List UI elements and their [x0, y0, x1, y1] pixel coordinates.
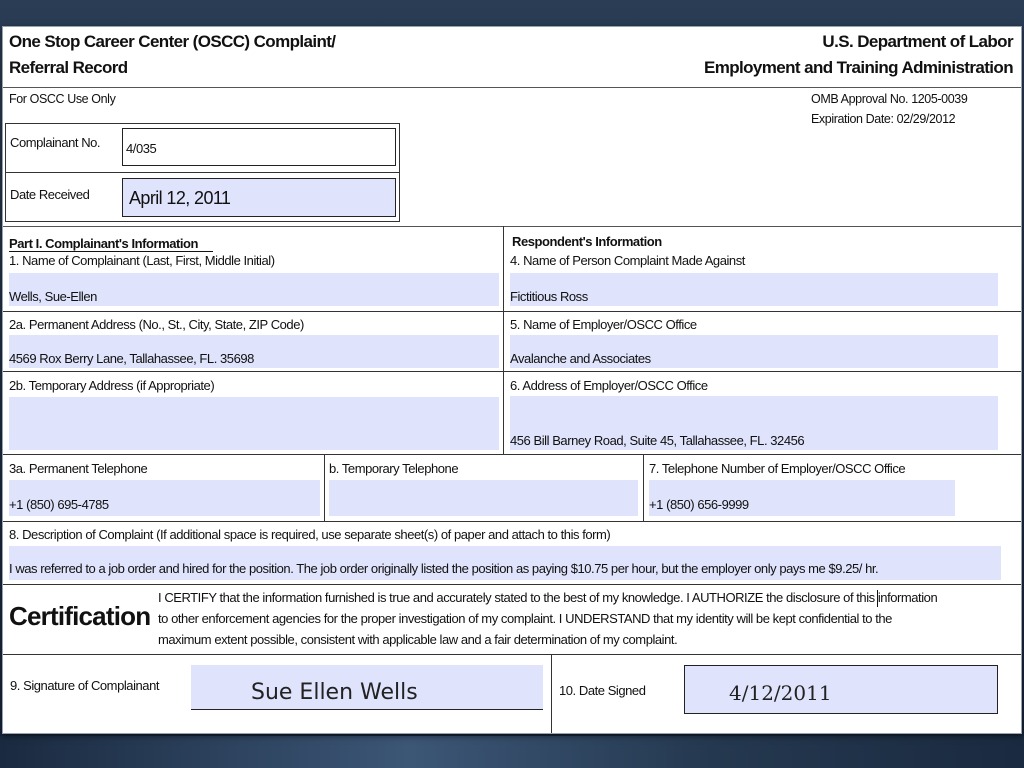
- employer-address-field[interactable]: 456 Bill Barney Road, Suite 45, Tallahas…: [510, 396, 998, 450]
- certification-line-1: I CERTIFY that the information furnished…: [158, 590, 938, 605]
- signature-value: Sue Ellen Wells: [251, 680, 418, 705]
- temporary-telephone-field[interactable]: [329, 480, 638, 516]
- respondent-person-field[interactable]: Fictitious Ross: [510, 273, 998, 306]
- expiration-date: Expiration Date: 02/29/2012: [811, 112, 956, 126]
- text-cursor: [877, 590, 878, 607]
- permanent-address-label: 2a. Permanent Address (No., St., City, S…: [9, 317, 304, 332]
- complaint-description-field[interactable]: I was referred to a job order and hired …: [9, 546, 1001, 580]
- respondent-heading: Respondent's Information: [512, 234, 662, 249]
- permanent-telephone-label: 3a. Permanent Telephone: [9, 461, 148, 476]
- employer-telephone-label: 7. Telephone Number of Employer/OSCC Off…: [649, 461, 906, 476]
- signature-field[interactable]: Sue Ellen Wells: [191, 665, 543, 711]
- date-received-label: Date Received: [10, 187, 90, 202]
- complaint-form-page: One Stop Career Center (OSCC) Complaint/…: [2, 26, 1022, 734]
- respondent-person-label: 4. Name of Person Complaint Made Against: [510, 253, 745, 268]
- complaint-description-label: 8. Description of Complaint (If addition…: [9, 527, 611, 542]
- slide-background-band: [0, 736, 1024, 768]
- permanent-address-field[interactable]: 4569 Rox Berry Lane, Tallahassee, FL. 35…: [9, 335, 499, 368]
- agency-division: Employment and Training Administration: [703, 58, 1014, 77]
- complainant-name-value: Wells, Sue-Ellen: [9, 289, 97, 304]
- temporary-address-field[interactable]: [9, 397, 499, 450]
- employer-address-label: 6. Address of Employer/OSCC Office: [510, 378, 708, 393]
- certification-title: Certification: [9, 601, 151, 631]
- date-received-field[interactable]: April 12, 2011: [122, 178, 396, 217]
- temporary-address-label: 2b. Temporary Address (if Appropriate): [9, 378, 215, 393]
- permanent-telephone-field[interactable]: +1 (850) 695-4785: [9, 480, 320, 516]
- signature-label: 9. Signature of Complainant: [10, 678, 160, 693]
- certification-line-2: to other enforcement agencies for the pr…: [158, 611, 892, 626]
- form-title-line1: One Stop Career Center (OSCC) Complaint/: [9, 32, 336, 51]
- date-signed-field[interactable]: 4/12/2011: [684, 665, 998, 714]
- complainant-no-label: Complainant No.: [10, 135, 101, 150]
- permanent-address-value: 4569 Rox Berry Lane, Tallahassee, FL. 35…: [9, 351, 254, 366]
- date-signed-value: 4/12/2011: [729, 681, 832, 705]
- complaint-description-value: I was referred to a job order and hired …: [9, 561, 879, 576]
- form-title-line2: Referral Record: [9, 58, 128, 77]
- omb-approval: OMB Approval No. 1205-0039: [811, 92, 968, 106]
- complainant-no-field[interactable]: 4/035: [122, 128, 396, 166]
- agency-name: U.S. Department of Labor: [822, 32, 1013, 51]
- date-signed-label: 10. Date Signed: [559, 683, 646, 698]
- permanent-telephone-value: +1 (850) 695-4785: [9, 497, 109, 512]
- office-use-label: For OSCC Use Only: [9, 92, 116, 106]
- employer-address-value: 456 Bill Barney Road, Suite 45, Tallahas…: [510, 433, 805, 448]
- employer-name-value: Avalanche and Associates: [510, 351, 651, 366]
- employer-name-label: 5. Name of Employer/OSCC Office: [510, 317, 697, 332]
- employer-telephone-field[interactable]: +1 (850) 656-9999: [649, 480, 955, 516]
- employer-telephone-value: +1 (850) 656-9999: [649, 497, 749, 512]
- respondent-person-value: Fictitious Ross: [510, 289, 588, 304]
- date-received-value: April 12, 2011: [129, 188, 231, 208]
- part1-heading: Part I. Complainant's Information: [9, 236, 199, 251]
- employer-name-field[interactable]: Avalanche and Associates: [510, 335, 998, 368]
- complainant-name-label: 1. Name of Complainant (Last, First, Mid…: [9, 253, 275, 268]
- certification-line-3: maximum extent possible, consistent with…: [158, 632, 678, 647]
- temporary-telephone-label: b. Temporary Telephone: [329, 461, 459, 476]
- complainant-no-value: 4/035: [126, 141, 157, 156]
- complainant-name-field[interactable]: Wells, Sue-Ellen: [9, 273, 499, 306]
